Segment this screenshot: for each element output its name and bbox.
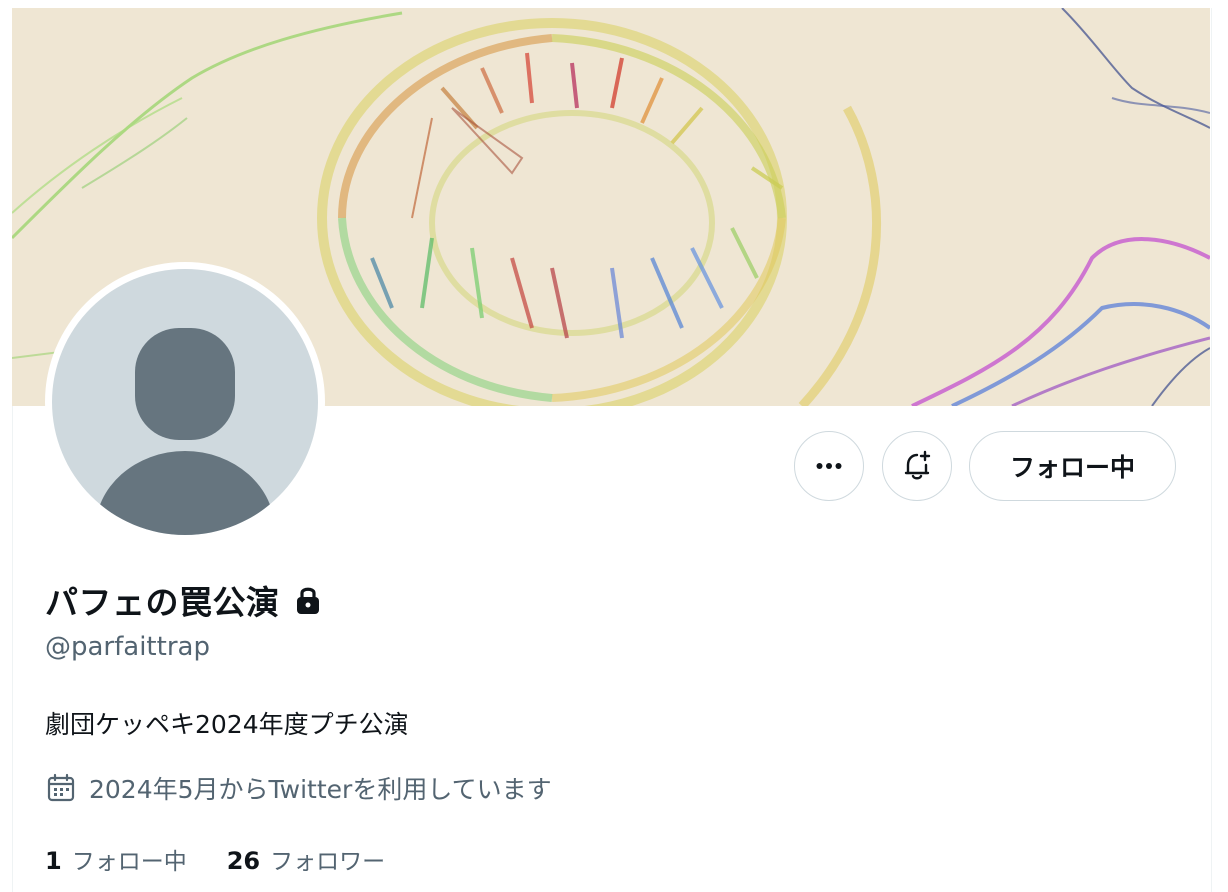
following-button[interactable]: フォロー中 <box>969 431 1176 501</box>
followers-count: 26 <box>226 847 261 875</box>
more-horizontal-icon <box>816 463 842 469</box>
followers-link[interactable]: 26 フォロワー <box>227 842 385 876</box>
joined-text: 2024年5月からTwitterを利用しています <box>89 775 552 804</box>
username-handle: @parfaittrap <box>45 632 210 662</box>
more-options-button[interactable] <box>794 431 864 501</box>
bell-plus-icon <box>904 450 931 480</box>
default-avatar-icon <box>95 328 275 535</box>
name-row: パフェの罠公演 <box>45 578 322 622</box>
following-count: 1 <box>45 847 62 875</box>
following-label: フォロー中 <box>71 849 187 875</box>
avatar-border <box>45 262 325 542</box>
joined-date: 2024年5月からTwitterを利用しています <box>45 770 552 806</box>
calendar-icon <box>47 773 75 802</box>
following-link[interactable]: 1 フォロー中 <box>45 842 187 876</box>
avatar[interactable] <box>52 269 318 535</box>
lock-icon <box>296 587 319 614</box>
followers-label: フォロワー <box>270 849 386 875</box>
notifications-button[interactable] <box>882 431 952 501</box>
profile-bio: 劇団ケッペキ2024年度プチ公演 <box>45 710 409 739</box>
follow-stats: 1 フォロー中 26 フォロワー <box>45 842 385 876</box>
display-name: パフェの罠公演 <box>45 583 280 622</box>
